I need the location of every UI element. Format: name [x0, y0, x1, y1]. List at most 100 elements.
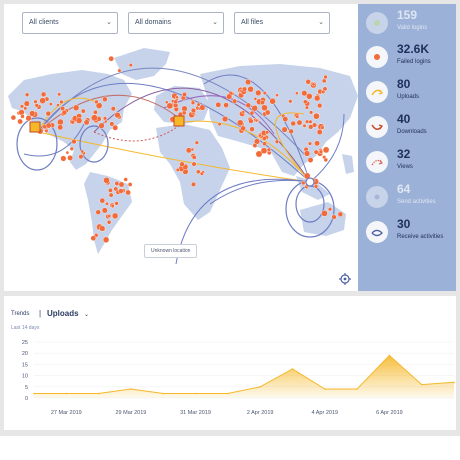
- location-dot: [111, 212, 119, 220]
- location-dot: [226, 93, 233, 100]
- location-dot: [114, 181, 120, 186]
- chevron-down-icon[interactable]: ⌄: [84, 311, 89, 318]
- data-point: [33, 392, 35, 395]
- location-dot: [288, 128, 294, 135]
- chevron-down-icon: ⌄: [106, 19, 112, 26]
- stat-label: Valid logins: [397, 25, 428, 31]
- location-dot: [125, 189, 131, 196]
- upload-arrow-icon: [366, 81, 388, 103]
- location-dot: [247, 85, 254, 93]
- stat-failed-logins[interactable]: 32.6K Failed logins: [358, 42, 456, 76]
- location-dot: [80, 149, 85, 154]
- location-dot: [190, 107, 197, 114]
- location-dot: [264, 109, 271, 116]
- location-dot: [253, 97, 258, 101]
- metric-selector[interactable]: Uploads: [47, 309, 79, 318]
- location-dot: [34, 103, 39, 108]
- files-filter[interactable]: All files ⌄: [234, 12, 330, 34]
- location-dot: [190, 147, 195, 152]
- location-dot: [217, 122, 222, 127]
- location-dot: [265, 130, 270, 135]
- location-dot: [128, 63, 133, 68]
- view-arrow-icon: [366, 151, 388, 173]
- stat-send-activities[interactable]: 64 Send activities: [358, 182, 456, 216]
- stat-receive-activities[interactable]: 30 Receive activities: [358, 217, 456, 251]
- location-dot: [260, 100, 266, 106]
- stat-label: Failed logins: [397, 59, 431, 65]
- data-point: [130, 388, 132, 390]
- location-dot: [195, 169, 201, 175]
- location-dot: [248, 118, 254, 124]
- location-dot: [245, 102, 252, 109]
- data-point: [291, 368, 294, 370]
- domains-filter-label: All domains: [135, 19, 172, 26]
- y-tick-label: 20: [22, 351, 28, 357]
- location-dot: [80, 108, 86, 114]
- location-dot: [29, 110, 36, 117]
- y-tick-label: 5: [25, 385, 28, 391]
- location-dot: [318, 149, 324, 154]
- location-dot: [323, 157, 328, 163]
- location-dot: [70, 119, 75, 125]
- location-dot: [311, 82, 316, 87]
- location-dot: [196, 102, 201, 107]
- data-point: [227, 392, 229, 395]
- location-dot: [179, 161, 185, 168]
- location-dot: [245, 79, 252, 86]
- location-dot: [110, 106, 116, 112]
- location-dot: [94, 99, 99, 105]
- download-arrow-icon: [366, 116, 388, 138]
- domains-filter[interactable]: All domains ⌄: [128, 12, 224, 34]
- location-dot: [118, 181, 125, 188]
- activity-map[interactable]: All clients ⌄ All domains ⌄ All files ⌄ …: [4, 4, 358, 291]
- x-tick-label: 2 Apr 2019: [247, 410, 274, 416]
- location-dot: [262, 91, 267, 96]
- location-dot: [249, 110, 255, 116]
- location-dot: [69, 146, 74, 151]
- location-dot: [99, 197, 106, 204]
- data-point: [388, 354, 391, 357]
- location-dot: [255, 89, 262, 97]
- location-dot: [33, 99, 38, 104]
- location-dot: [254, 118, 259, 123]
- stat-downloads[interactable]: 40 Downloads: [358, 112, 456, 146]
- location-dot: [103, 176, 110, 184]
- y-tick-label: 15: [22, 362, 28, 368]
- stat-views[interactable]: 32 Views: [358, 147, 456, 181]
- stat-label: Send activities: [397, 199, 436, 205]
- clients-filter-label: All clients: [29, 19, 59, 26]
- location-dot: [39, 97, 46, 104]
- location-dot: [61, 109, 68, 116]
- location-dot: [313, 184, 319, 189]
- unknown-location-label[interactable]: Unknown location: [144, 244, 198, 258]
- location-dot: [127, 182, 133, 187]
- data-point: [323, 388, 326, 390]
- stat-value: 40: [397, 112, 411, 126]
- location-dot: [223, 102, 229, 108]
- locate-icon[interactable]: [339, 273, 351, 285]
- stat-valid-logins[interactable]: 159 Valid logins: [358, 8, 456, 42]
- trends-separator: |: [39, 309, 42, 318]
- location-dot: [321, 89, 326, 94]
- location-dot: [321, 78, 327, 84]
- location-dot: [281, 126, 288, 133]
- location-dot: [112, 124, 119, 131]
- clients-filter[interactable]: All clients ⌄: [22, 12, 118, 34]
- location-dot: [48, 102, 53, 107]
- location-dot: [57, 92, 62, 97]
- location-dot: [191, 154, 197, 160]
- location-dot: [102, 236, 110, 244]
- uploads-trend-chart: 0 5 10 15 20 25 27 Mar 2019 29 Mar 2019 31 Mar …: [22, 340, 455, 416]
- location-dot: [106, 219, 112, 225]
- date-range-label: Last 14 days: [11, 325, 40, 331]
- location-dot: [308, 119, 313, 124]
- location-dot: [296, 119, 303, 126]
- location-dot: [173, 99, 178, 105]
- stat-value: 32.6K: [397, 42, 430, 56]
- location-dot: [181, 110, 187, 116]
- location-dot: [45, 122, 52, 129]
- location-dot: [240, 125, 246, 132]
- location-dot: [190, 181, 196, 187]
- location-dot: [249, 126, 255, 132]
- stat-uploads[interactable]: 80 Uploads: [358, 77, 456, 111]
